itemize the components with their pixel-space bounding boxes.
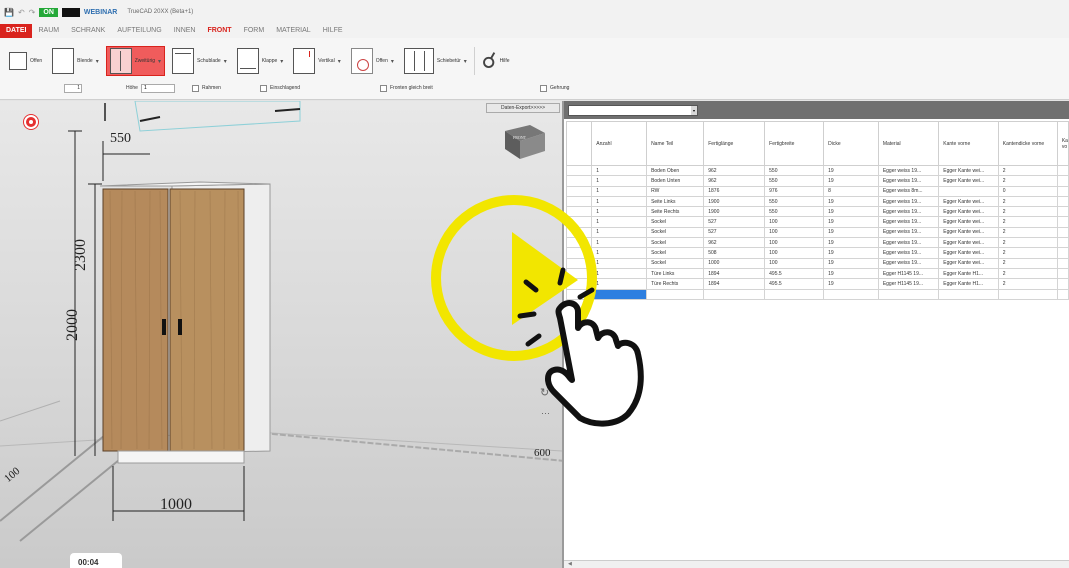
video-timestamp: 00:04 — [70, 553, 122, 568]
video-play-overlay — [0, 0, 1069, 568]
truecad-window: 💾 ↶ ↷ ON WEBINAR TrueCAD 20XX (Beta+1) D… — [0, 0, 1069, 568]
